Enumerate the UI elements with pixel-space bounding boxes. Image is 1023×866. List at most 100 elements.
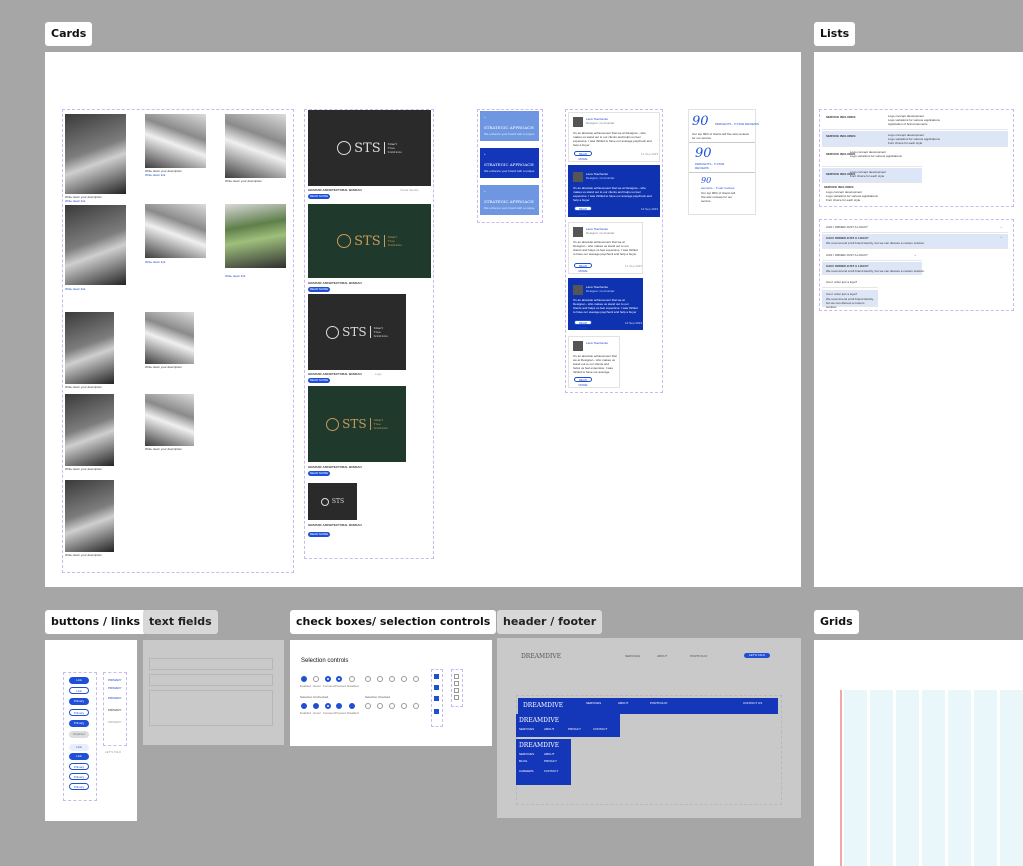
photo-caption-link[interactable]: Write down link [145,173,165,177]
approach-card[interactable]: + STRATEGIC APPROACH We enhance your bra… [480,111,539,141]
faq-item-expanded[interactable]: CAN I ORDER JUST A LOGO? We recommend a … [822,262,925,275]
footer-link[interactable]: PORTFOLIO [650,701,667,705]
sts-brand-card[interactable]: STS Smart Tree Solutions [308,294,406,370]
photo-card-image[interactable] [225,114,286,178]
testimonial-card[interactable]: Lana Tkachenko It's an absolute achievem… [568,336,620,388]
text-fields-frame[interactable] [143,640,284,745]
nav-link[interactable]: PORTFOLIO [690,654,707,658]
radio-focused[interactable] [389,676,395,682]
radio-focused[interactable] [325,703,331,709]
sts-brand-card[interactable]: STS Smart Tree Solutions [308,204,431,278]
photo-card-image[interactable] [65,312,114,384]
checkbox-checked[interactable] [434,674,439,679]
testimonial-card[interactable]: Lana Tkachenko Designer, Co-founder It's… [568,278,643,330]
radio-hover[interactable] [377,676,383,682]
photo-caption-link[interactable]: Write down link [65,199,85,203]
cards-frame[interactable]: Write down your description Write down l… [45,52,801,587]
radio-hover[interactable] [313,703,319,709]
footer-link[interactable]: SERVICES [586,701,601,705]
footer-link[interactable]: SERVICES [519,752,534,756]
photo-caption-link[interactable]: Write down link [65,287,85,291]
nav-link[interactable]: ABOUT [657,654,667,658]
approach-card[interactable]: + STRATEGIC APPROACH We enhance your bra… [480,185,539,215]
primary-button[interactable]: Primary [69,783,89,790]
grids-frame[interactable] [814,640,1023,866]
checkbox-checked[interactable] [434,696,439,701]
photo-card-image[interactable] [145,394,194,446]
photo-caption-link[interactable]: Write down link [225,274,245,278]
footer-link[interactable]: PRIVACY [544,759,557,763]
photo-card-image[interactable] [65,205,126,285]
primary-link[interactable]: PRIMARY [108,708,122,712]
radio-focused[interactable] [325,676,331,682]
primary-button[interactable]: Primary [69,709,89,716]
link-button[interactable]: Link [69,687,89,694]
faq-item[interactable]: CAN I ORDER JUST A LOGO? ⌄ [822,222,1008,233]
radio-hover[interactable] [377,703,383,709]
footer-link[interactable]: CONTACT US [743,701,762,705]
read-more-button[interactable]: READ MORE [574,377,592,387]
photo-card-image[interactable] [65,394,114,466]
faq-item-expanded[interactable]: Can I order just a logo? We recommend a … [822,290,878,309]
photo-card-image[interactable] [65,114,126,194]
photo-caption-link[interactable]: Write down link [145,260,165,264]
testimonial-card[interactable]: Lana Tkachenko Designer, Co-founder It's… [568,112,660,162]
link-button[interactable]: Link [69,753,89,760]
faq-item[interactable]: Can I order just a logo? [822,277,878,288]
buttons-frame[interactable]: Link Link Primary Primary Primary Disabl… [45,640,137,821]
testimonial-card[interactable]: Lana Tkachenko Designer, Co-founder It's… [568,165,660,217]
primary-button[interactable]: Primary [69,773,89,780]
radio-pressed[interactable] [336,676,342,682]
read-more-button[interactable]: READ MORE [308,378,330,383]
read-more-button[interactable]: READ MORE [574,320,592,330]
link-button[interactable]: Link [69,677,89,684]
sts-brand-card[interactable]: STS Smart Tree Solutions [308,110,431,186]
primary-link[interactable]: PRIMARY [108,678,122,682]
faq-item-expanded[interactable]: CAN I ORDER JUST A LOGO? We recommend a … [822,234,1008,249]
read-more-button[interactable]: READ MORE [308,532,330,537]
text-field[interactable] [149,658,273,670]
checkbox-unchecked[interactable] [454,681,459,686]
footer-link[interactable]: CAREERS [519,769,534,773]
sts-brand-card[interactable]: STS Smart Tree Solutions [308,386,406,462]
checkbox-unchecked[interactable] [454,674,459,679]
read-more-button[interactable]: READ MORE [574,263,592,273]
photo-card-image[interactable] [145,204,206,258]
radio-enabled[interactable] [365,676,371,682]
footer-link[interactable]: ABOUT [544,752,554,756]
photo-card-image[interactable] [145,312,194,364]
read-more-button[interactable]: READ MORE [574,151,592,161]
sts-brand-card[interactable]: STS [308,483,357,520]
footer-link[interactable]: PRIVACY [568,727,581,731]
checkbox-unchecked[interactable] [454,695,459,700]
radio-pressed[interactable] [336,703,342,709]
photo-card-image[interactable] [65,480,114,552]
radio-pressed[interactable] [401,703,407,709]
read-more-button[interactable]: READ MORE [308,287,330,292]
lists-frame[interactable]: SERVICE INCLUDES: Logo concept developme… [814,52,1023,587]
primary-link[interactable]: PRIMARY [108,696,122,700]
radio-focused[interactable] [389,703,395,709]
small-link[interactable]: LET'S TALK [105,750,121,754]
primary-link[interactable]: PRIMARY [108,720,122,724]
text-area[interactable] [149,690,273,726]
radio-hover[interactable] [313,676,319,682]
primary-button[interactable]: Primary [69,720,89,727]
footer-link[interactable]: ABOUT [618,701,628,705]
checkbox-checked[interactable] [434,685,439,690]
photo-card-image[interactable] [225,204,286,268]
primary-link[interactable]: PRIMARY [108,686,122,690]
check-boxes-frame[interactable]: Selection controls Enabled Hover Focused… [290,640,492,746]
checkbox-checked[interactable] [434,709,439,714]
checkbox-unchecked[interactable] [454,688,459,693]
footer-link[interactable]: ABOUT [544,727,554,731]
nav-link[interactable]: SERVICES [625,654,640,658]
photo-card-image[interactable] [145,114,206,168]
radio-enabled[interactable] [365,703,371,709]
footer-link[interactable]: CONTACT [593,727,607,731]
header-footer-frame[interactable]: DREAMDIVE SERVICES ABOUT PORTFOLIO LET'S… [497,638,801,818]
footer-link[interactable]: SERVICES [519,727,534,731]
testimonial-card[interactable]: Lana Tkachenko Designer, Co-founder It's… [568,222,643,274]
cta-button[interactable]: LET'S TALK [744,653,770,658]
radio-enabled[interactable] [301,703,307,709]
